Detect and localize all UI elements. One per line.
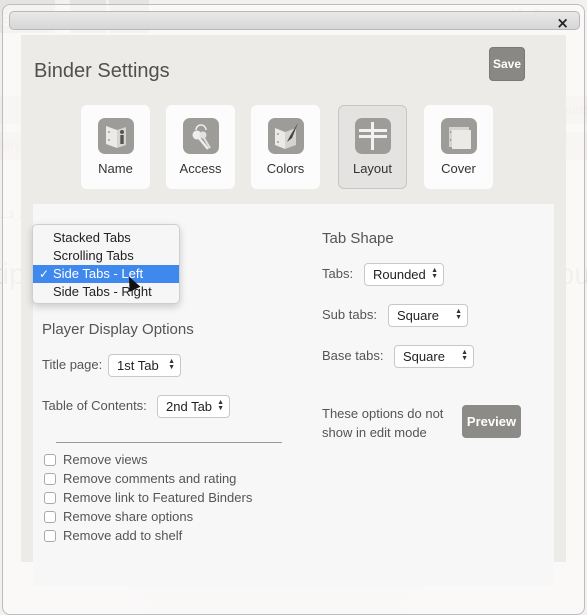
checkbox-label: Remove comments and rating xyxy=(63,471,237,486)
checkbox-remove-comments[interactable]: Remove comments and rating xyxy=(44,471,236,486)
sub-tabs-value: Square xyxy=(397,308,439,323)
tab-colors-label: Colors xyxy=(266,161,305,176)
checkbox-remove-views[interactable]: Remove views xyxy=(44,452,148,467)
tab-style-dropdown[interactable]: Stacked Tabs Scrolling Tabs ✓ Side Tabs -… xyxy=(32,224,180,304)
select-arrows-icon: ▲ ▼ xyxy=(217,399,224,412)
title-page-select[interactable]: 1st Tab ▲ ▼ xyxy=(108,354,181,377)
tabs-shape-value: Rounded xyxy=(373,267,426,282)
dropdown-option-stacked-tabs[interactable]: Stacked Tabs xyxy=(33,229,179,247)
dropdown-option-side-tabs-left[interactable]: ✓ Side Tabs - Left xyxy=(33,265,179,283)
checkmark-icon: ✓ xyxy=(39,267,50,281)
preview-button[interactable]: Preview xyxy=(462,405,521,438)
title-page-label: Title page: xyxy=(42,357,103,372)
page-title: Binder Settings xyxy=(34,60,170,82)
edit-mode-note: These options do not show in edit mode xyxy=(322,404,443,442)
checkbox-remove-shelf[interactable]: Remove add to shelf xyxy=(44,528,182,543)
checkbox-box[interactable] xyxy=(44,492,56,504)
sub-tabs-label: Sub tabs: xyxy=(322,307,377,322)
base-tabs-label: Base tabs: xyxy=(322,348,384,363)
select-arrows-icon: ▲ ▼ xyxy=(455,308,462,321)
title-page-value: 1st Tab xyxy=(117,358,159,373)
tab-layout-label: Layout xyxy=(352,161,393,176)
tab-name[interactable]: Name xyxy=(81,105,150,189)
note-line-2: show in edit mode xyxy=(322,425,427,440)
dropdown-option-scrolling-tabs[interactable]: Scrolling Tabs xyxy=(33,247,179,265)
tab-name-label: Name xyxy=(98,161,133,176)
close-icon[interactable]: × xyxy=(556,16,569,31)
checkbox-label: Remove link to Featured Binders xyxy=(63,490,253,505)
checkbox-box[interactable] xyxy=(44,454,56,466)
checkbox-label: Remove add to shelf xyxy=(63,528,183,543)
player-display-title: Player Display Options xyxy=(42,321,194,338)
select-arrows-icon: ▲ ▼ xyxy=(461,349,468,362)
tab-colors[interactable]: Colors xyxy=(251,105,320,189)
checkbox-box[interactable] xyxy=(44,530,56,542)
binder-info-icon xyxy=(97,118,134,154)
base-tabs-value: Square xyxy=(403,349,445,364)
tab-shape-title: Tab Shape xyxy=(322,230,394,247)
checkbox-remove-featured-link[interactable]: Remove link to Featured Binders xyxy=(44,490,252,505)
tab-layout[interactable]: Layout xyxy=(338,105,407,189)
dropdown-option-side-tabs-right[interactable]: Side Tabs - Right xyxy=(33,283,179,301)
tab-access[interactable]: Access xyxy=(166,105,235,189)
checkbox-label: Remove views xyxy=(63,452,148,467)
select-arrows-icon: ▲ ▼ xyxy=(168,358,175,371)
toc-select[interactable]: 2nd Tab ▲ ▼ xyxy=(157,395,230,418)
layout-grid-icon xyxy=(354,118,391,154)
checkbox-label: Remove share options xyxy=(63,509,194,524)
binder-cover-icon xyxy=(440,118,477,154)
checkbox-remove-share[interactable]: Remove share options xyxy=(44,509,193,524)
option-label: Stacked Tabs xyxy=(53,230,131,245)
save-button[interactable]: Save xyxy=(489,47,525,81)
tab-cover-label: Cover xyxy=(441,161,476,176)
keys-icon xyxy=(182,118,219,154)
option-label: Scrolling Tabs xyxy=(53,248,134,263)
checkbox-box[interactable] xyxy=(44,473,56,485)
toc-value: 2nd Tab xyxy=(166,399,213,414)
sub-tabs-select[interactable]: Square ▲ ▼ xyxy=(388,304,468,327)
tabs-shape-label: Tabs: xyxy=(322,266,354,281)
divider xyxy=(56,442,282,443)
base-tabs-select[interactable]: Square ▲ ▼ xyxy=(394,345,474,368)
note-line-1: These options do not xyxy=(322,406,444,421)
tab-cover[interactable]: Cover xyxy=(424,105,493,189)
checkbox-box[interactable] xyxy=(44,511,56,523)
tabs-shape-select[interactable]: Rounded ▲ ▼ xyxy=(364,263,444,286)
modal-titlebar: × xyxy=(9,11,580,31)
select-arrows-icon: ▲ ▼ xyxy=(431,267,438,280)
paintbrush-binder-icon xyxy=(267,118,304,154)
toc-label: Table of Contents: xyxy=(42,398,147,413)
tab-access-label: Access xyxy=(179,161,222,176)
